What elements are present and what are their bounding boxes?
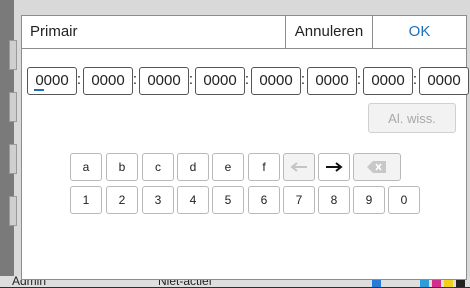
arrow-left-icon — [290, 162, 307, 172]
backspace-key[interactable] — [353, 153, 401, 181]
background-tab — [9, 196, 17, 226]
address-field-4[interactable]: 0000 — [195, 67, 245, 95]
address-field-8[interactable]: 0000 — [419, 67, 469, 95]
clear-all-button[interactable]: Al. wiss. — [368, 103, 456, 133]
dialog-header: Primair Annuleren OK — [22, 16, 466, 49]
address-field-7[interactable]: 0000 — [363, 67, 413, 95]
key-4[interactable]: 4 — [177, 186, 209, 214]
key-d[interactable]: d — [177, 153, 209, 181]
address-field-5[interactable]: 0000 — [251, 67, 301, 95]
cancel-button[interactable]: Annuleren — [285, 16, 372, 48]
address-separator: : — [188, 71, 194, 88]
background-tab — [9, 40, 17, 70]
address-separator: : — [244, 71, 250, 88]
dialog-title: Primair — [30, 23, 78, 40]
key-0[interactable]: 0 — [388, 186, 420, 214]
arrow-right-icon — [326, 162, 343, 172]
key-7[interactable]: 7 — [283, 186, 315, 214]
address-separator: : — [356, 71, 362, 88]
address-field-1[interactable]: 0000 — [27, 67, 77, 95]
key-2[interactable]: 2 — [106, 186, 138, 214]
key-5[interactable]: 5 — [212, 186, 244, 214]
key-8[interactable]: 8 — [318, 186, 350, 214]
backspace-icon — [367, 161, 386, 173]
address-field-2[interactable]: 0000 — [83, 67, 133, 95]
address-separator: : — [132, 71, 138, 88]
address-field-value: 0000 — [35, 72, 69, 89]
background-tab — [9, 92, 17, 122]
key-9[interactable]: 9 — [353, 186, 385, 214]
background-sidebar — [0, 0, 17, 287]
text-cursor — [34, 89, 44, 91]
ip-address-dialog: Primair Annuleren OK 0000 : 0000 : 0000 … — [21, 15, 469, 280]
cursor-right-key[interactable] — [318, 153, 350, 181]
key-e[interactable]: e — [212, 153, 244, 181]
address-field-6[interactable]: 0000 — [307, 67, 357, 95]
key-f[interactable]: f — [248, 153, 280, 181]
key-c[interactable]: c — [142, 153, 174, 181]
background-tab — [9, 144, 17, 174]
address-field-3[interactable]: 0000 — [139, 67, 189, 95]
ok-button[interactable]: OK — [372, 16, 466, 48]
key-b[interactable]: b — [106, 153, 138, 181]
address-separator: : — [76, 71, 82, 88]
key-1[interactable]: 1 — [70, 186, 102, 214]
key-6[interactable]: 6 — [248, 186, 280, 214]
address-separator: : — [300, 71, 306, 88]
key-a[interactable]: a — [70, 153, 102, 181]
address-separator: : — [412, 71, 418, 88]
cursor-left-key[interactable] — [283, 153, 315, 181]
key-3[interactable]: 3 — [142, 186, 174, 214]
